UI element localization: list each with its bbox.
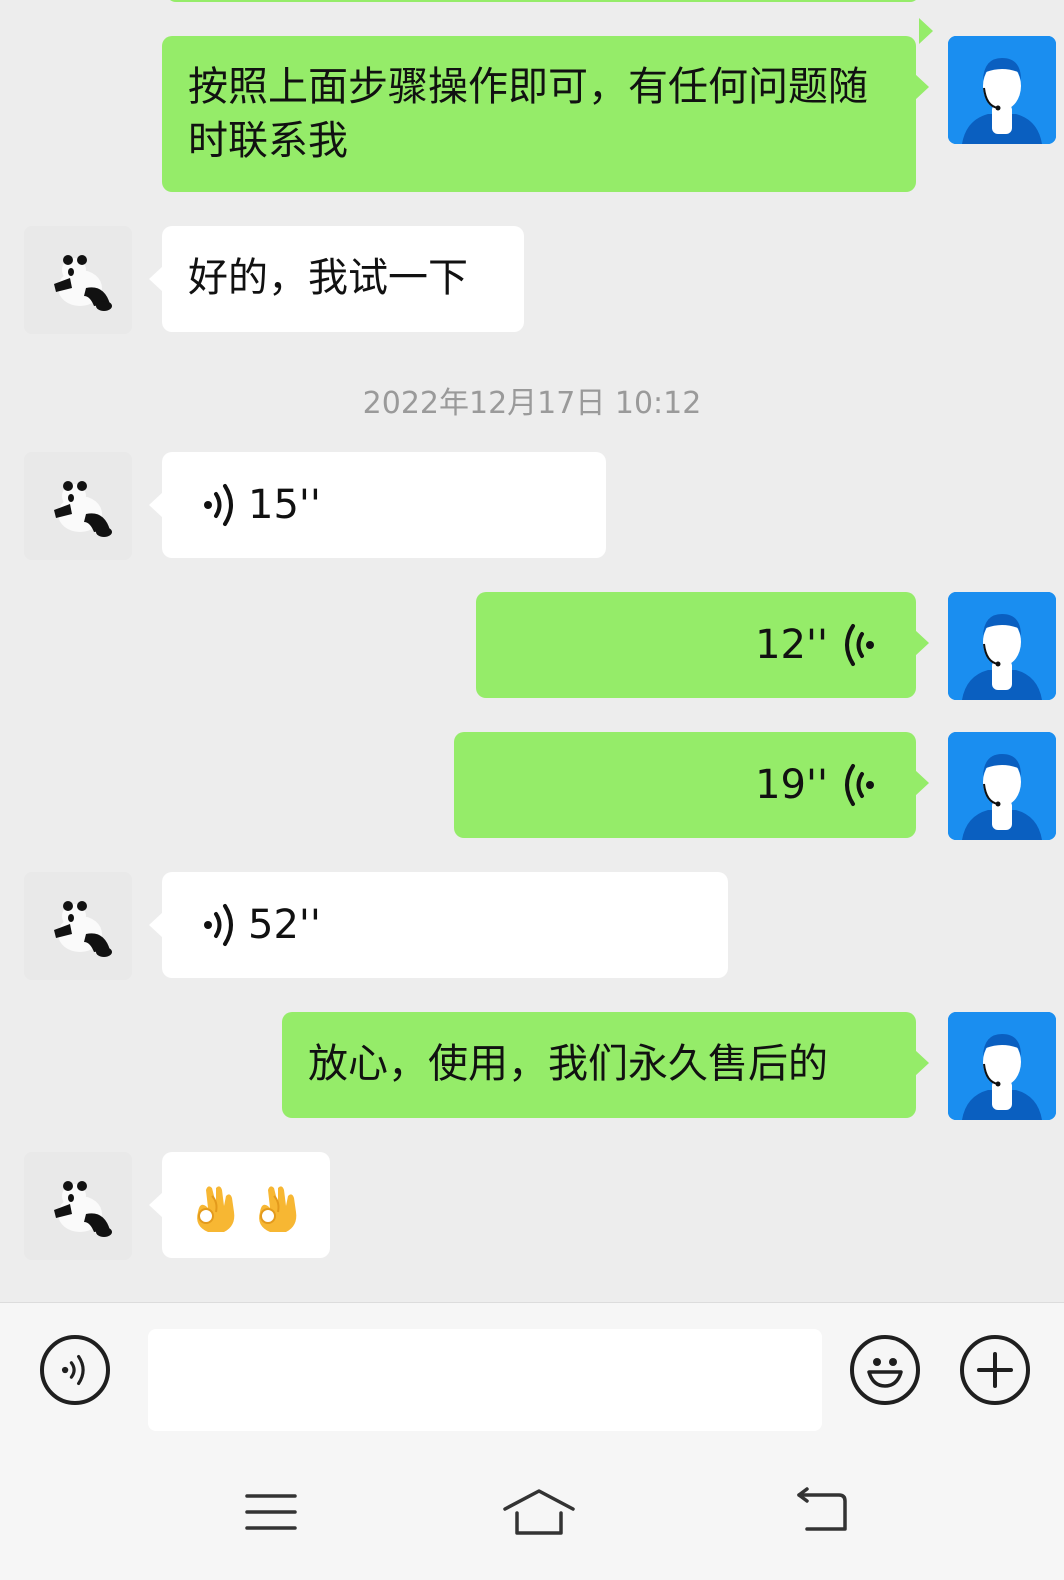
message-input[interactable] — [148, 1329, 822, 1431]
message-text: 好的，我试一下 — [188, 255, 468, 301]
back-button[interactable] — [776, 1482, 866, 1542]
contact-avatar[interactable] — [24, 226, 132, 334]
message-bubble-partial[interactable] — [166, 0, 933, 44]
voice-duration: 19'' — [755, 762, 828, 808]
voice-duration: 12'' — [755, 622, 828, 668]
smiley-icon — [867, 1358, 903, 1388]
message-text: 放心，使用，我们永久售后的 — [308, 1041, 828, 1087]
emoji-message-received[interactable] — [149, 1152, 330, 1258]
my-avatar[interactable] — [948, 36, 1056, 144]
panda-avatar-icon — [24, 452, 132, 560]
voice-wave-icon — [61, 1354, 85, 1386]
input-bar — [0, 1302, 1064, 1443]
voice-message-received[interactable]: 52'' — [149, 872, 728, 978]
timestamp: 2022年12月17日 10:12 — [362, 386, 702, 421]
voice-message-received[interactable]: 15'' — [149, 452, 606, 558]
voice-wave-icon — [204, 904, 233, 946]
voice-toggle-button[interactable] — [40, 1335, 110, 1405]
plus-icon — [977, 1352, 1013, 1388]
agent-headset-icon — [948, 732, 1056, 840]
agent-headset-icon — [948, 1012, 1056, 1120]
voice-wave-icon — [204, 484, 233, 526]
message-bubble-sent[interactable]: 放心，使用，我们永久售后的 — [282, 1012, 929, 1118]
panda-avatar-icon — [24, 1152, 132, 1260]
contact-avatar[interactable] — [24, 872, 132, 980]
agent-headset-icon — [948, 36, 1056, 144]
message-text: 按照上面步骤操作即可，有任何问题随时联系我 — [188, 64, 868, 164]
voice-duration: 15'' — [248, 482, 321, 528]
voice-wave-icon — [845, 624, 874, 666]
my-avatar[interactable] — [948, 732, 1056, 840]
back-icon — [797, 1487, 847, 1531]
home-icon — [503, 1489, 575, 1535]
message-bubble-received[interactable]: 好的，我试一下 — [149, 226, 524, 332]
message-bubble-sent[interactable]: 按照上面步骤操作即可，有任何问题随时联系我 — [162, 36, 929, 192]
ok-hand-emoji — [197, 1186, 235, 1232]
my-avatar[interactable] — [948, 592, 1056, 700]
agent-headset-icon — [948, 592, 1056, 700]
voice-message-sent[interactable]: 19'' — [454, 732, 929, 838]
contact-avatar[interactable] — [24, 1152, 132, 1260]
chat-history[interactable]: 按照上面步骤操作即可，有任何问题随时联系我 好的，我试一下 2022年12月17… — [0, 0, 1064, 1302]
home-button[interactable] — [494, 1482, 584, 1542]
menu-icon — [245, 1494, 297, 1530]
panda-avatar-icon — [24, 872, 132, 980]
menu-button[interactable] — [226, 1482, 316, 1542]
voice-message-sent[interactable]: 12'' — [476, 592, 929, 698]
voice-wave-icon — [845, 764, 874, 806]
panda-avatar-icon — [24, 226, 132, 334]
ok-hand-emoji — [259, 1186, 297, 1232]
system-nav-bar — [0, 1442, 1064, 1580]
contact-avatar[interactable] — [24, 452, 132, 560]
more-button[interactable] — [960, 1335, 1030, 1405]
emoji-button[interactable] — [850, 1335, 920, 1405]
voice-duration: 52'' — [248, 902, 321, 948]
my-avatar[interactable] — [948, 1012, 1056, 1120]
